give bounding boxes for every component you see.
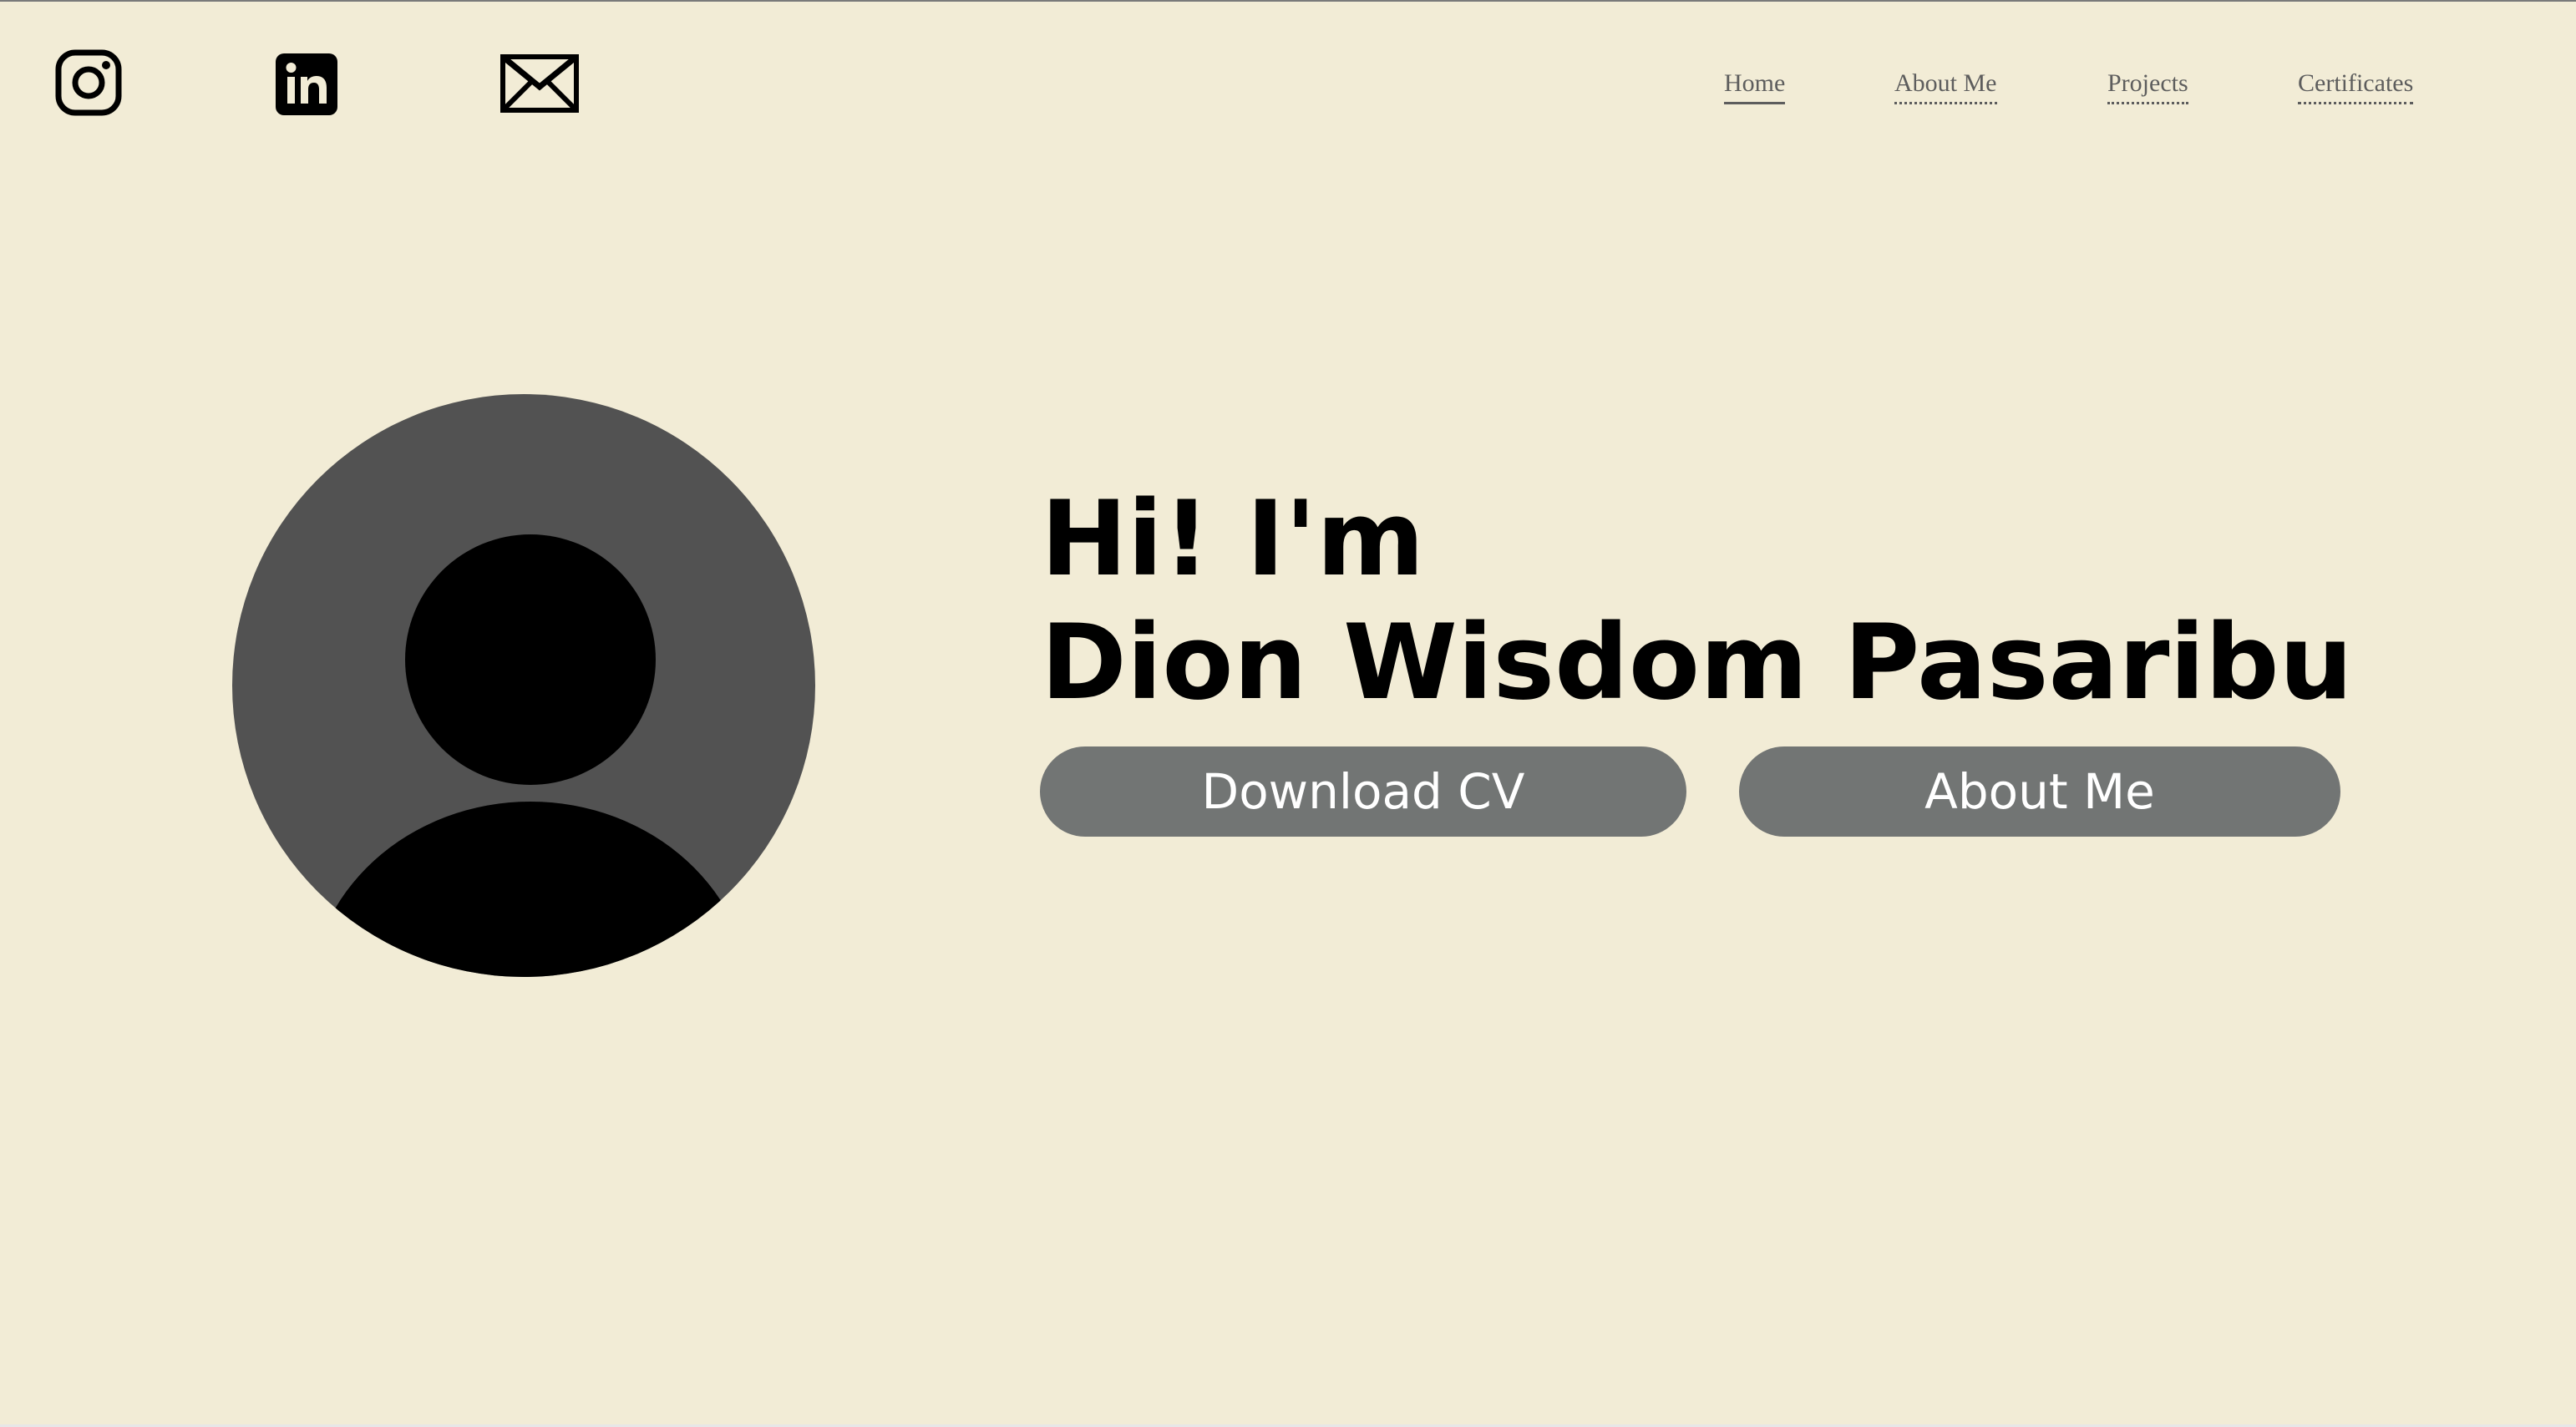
hero-heading: Hi! I'm Dion Wisdom Pasaribu [1041,478,2353,725]
nav-link-home[interactable]: Home [1724,65,1786,104]
about-me-button[interactable]: About Me [1739,746,2340,837]
nav-link-projects[interactable]: Projects [2107,65,2188,104]
main-nav: Home About Me Projects Certificates [0,65,2576,107]
nav-link-about-me[interactable]: About Me [1894,65,1997,104]
name-text: Dion Wisdom Pasaribu [1041,603,2353,723]
user-silhouette-icon [232,394,815,977]
nav-link-certificates[interactable]: Certificates [2298,65,2414,104]
download-cv-button[interactable]: Download CV [1040,746,1686,837]
top-border [0,0,2576,2]
avatar [232,394,815,977]
greeting-text: Hi! I'm [1041,479,1425,600]
